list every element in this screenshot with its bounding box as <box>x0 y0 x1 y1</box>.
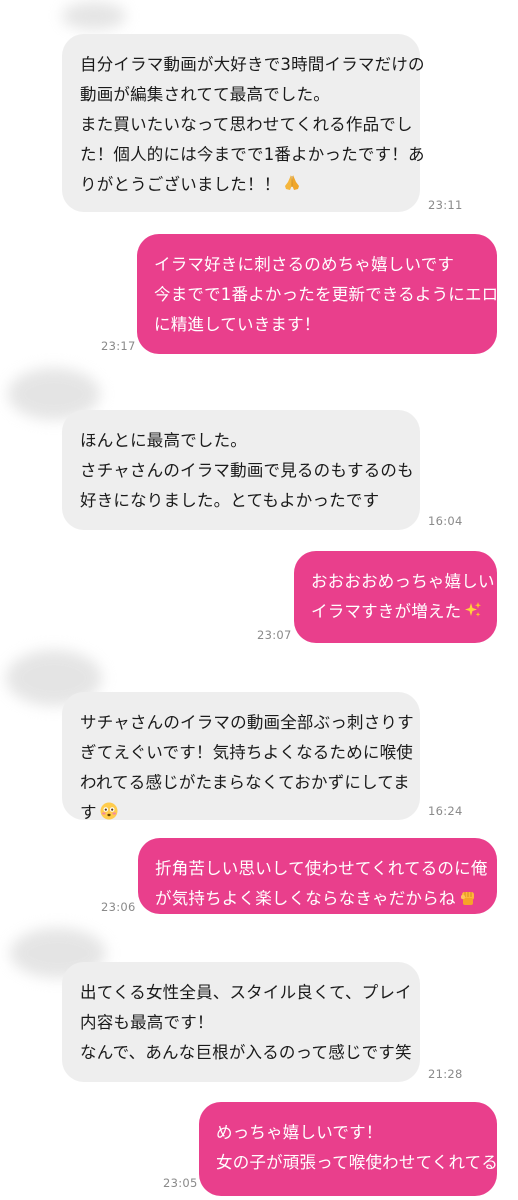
message-timestamp: 16:24 <box>428 804 463 818</box>
message-timestamp: 21:28 <box>428 1067 463 1081</box>
message-timestamp: 23:06 <box>101 900 136 914</box>
message-text: 女の子が頑張って喉使わせてくれてる <box>216 1153 499 1172</box>
message-text: ほんとに最高でした。 <box>80 431 247 450</box>
message-received: 出てくる女性全員、スタイル良くて、プレイ 内容も最高です！ なんで、あんな巨根が… <box>62 962 420 1082</box>
message-bubble[interactable]: おおおおめっちゃ嬉しい イラマすきが増えた <box>294 551 497 643</box>
message-bubble[interactable]: 自分イラマ動画が大好きで3時間イラマだけの 動画が編集されてて最高でした。 また… <box>62 34 425 212</box>
avatar <box>62 2 126 30</box>
message-text: 好きになりました。とてもよかったです <box>80 491 380 510</box>
message-timestamp: 23:11 <box>428 198 463 212</box>
message-timestamp: 16:04 <box>428 514 463 528</box>
message-timestamp: 23:07 <box>257 628 292 642</box>
message-text: す <box>80 803 97 822</box>
message-text: イラマすきが増えた <box>311 602 462 621</box>
message-sent: めっちゃ嬉しいです！ 女の子が頑張って喉使わせてくれてる <box>199 1102 499 1196</box>
message-bubble[interactable]: イラマ好きに刺さるのめちゃ嬉しいです 今までで1番よかったを更新できるようにエロ… <box>137 234 499 354</box>
message-text: に精進していきます！ <box>154 315 321 334</box>
message-received: サチャさんのイラマの動画全部ぶっ刺さりす ぎてえぐいです！気持ちよくなるために喉… <box>62 692 420 822</box>
message-text: なんで、あんな巨根が入るのって感じです笑 <box>80 1043 412 1062</box>
message-text: イラマ好きに刺さるのめちゃ嬉しいです <box>154 255 455 274</box>
flushed-face-icon <box>100 802 118 820</box>
message-sent: イラマ好きに刺さるのめちゃ嬉しいです 今までで1番よかったを更新できるようにエロ… <box>137 234 499 354</box>
message-text: サチャさんのイラマの動画全部ぶっ刺さりす <box>80 713 414 732</box>
message-bubble[interactable]: 折角苦しい思いして使わせてくれてるのに俺 が気持ちよく楽しくならなきゃだからね <box>138 838 497 914</box>
message-text: さチャさんのイラマ動画で見るのもするのも <box>80 461 414 480</box>
message-text: 折角苦しい思いして使わせてくれてるのに俺 <box>155 859 488 878</box>
message-text: われてる感じがたまらなくておかずにしてま <box>80 773 410 792</box>
message-text: 動画が編集されてて最高でした。 <box>80 85 331 104</box>
message-text: 内容も最高です！ <box>80 1013 214 1032</box>
raised-fist-icon <box>460 892 474 905</box>
message-bubble[interactable]: サチャさんのイラマの動画全部ぶっ刺さりす ぎてえぐいです！気持ちよくなるために喉… <box>62 692 420 822</box>
message-text: 今までで1番よかったを更新できるようにエロ <box>154 285 499 304</box>
message-text: 出てくる女性全員、スタイル良くて、プレイ <box>80 983 412 1002</box>
message-received: ほんとに最高でした。 さチャさんのイラマ動画で見るのもするのも 好きになりました… <box>62 410 420 530</box>
folded-hands-icon <box>285 175 300 190</box>
message-received: 自分イラマ動画が大好きで3時間イラマだけの 動画が編集されてて最高でした。 また… <box>62 34 425 212</box>
message-text: ぎてえぐいです！気持ちよくなるために喉使 <box>80 743 414 762</box>
message-text: 自分イラマ動画が大好きで3時間イラマだけの <box>80 55 425 74</box>
message-sent: おおおおめっちゃ嬉しい イラマすきが増えた <box>294 551 497 643</box>
message-text: た！個人的には今までで1番よかったです！あ <box>80 145 425 164</box>
message-bubble[interactable]: 出てくる女性全員、スタイル良くて、プレイ 内容も最高です！ なんで、あんな巨根が… <box>62 962 420 1082</box>
message-timestamp: 23:17 <box>101 339 136 353</box>
message-timestamp: 23:05 <box>163 1176 198 1190</box>
message-text: めっちゃ嬉しいです！ <box>216 1123 383 1142</box>
sparkles-icon <box>465 602 482 617</box>
message-text: おおおおめっちゃ嬉しい <box>311 572 495 591</box>
message-sent: 折角苦しい思いして使わせてくれてるのに俺 が気持ちよく楽しくならなきゃだからね <box>138 838 497 914</box>
message-bubble[interactable]: ほんとに最高でした。 さチャさんのイラマ動画で見るのもするのも 好きになりました… <box>62 410 420 530</box>
message-bubble[interactable]: めっちゃ嬉しいです！ 女の子が頑張って喉使わせてくれてる <box>199 1102 499 1196</box>
message-text: りがとうございました！！ <box>80 175 281 194</box>
message-text: また買いたいなって思わせてくれる作品でし <box>80 115 413 134</box>
message-text: が気持ちよく楽しくならなきゃだからね <box>155 889 456 908</box>
